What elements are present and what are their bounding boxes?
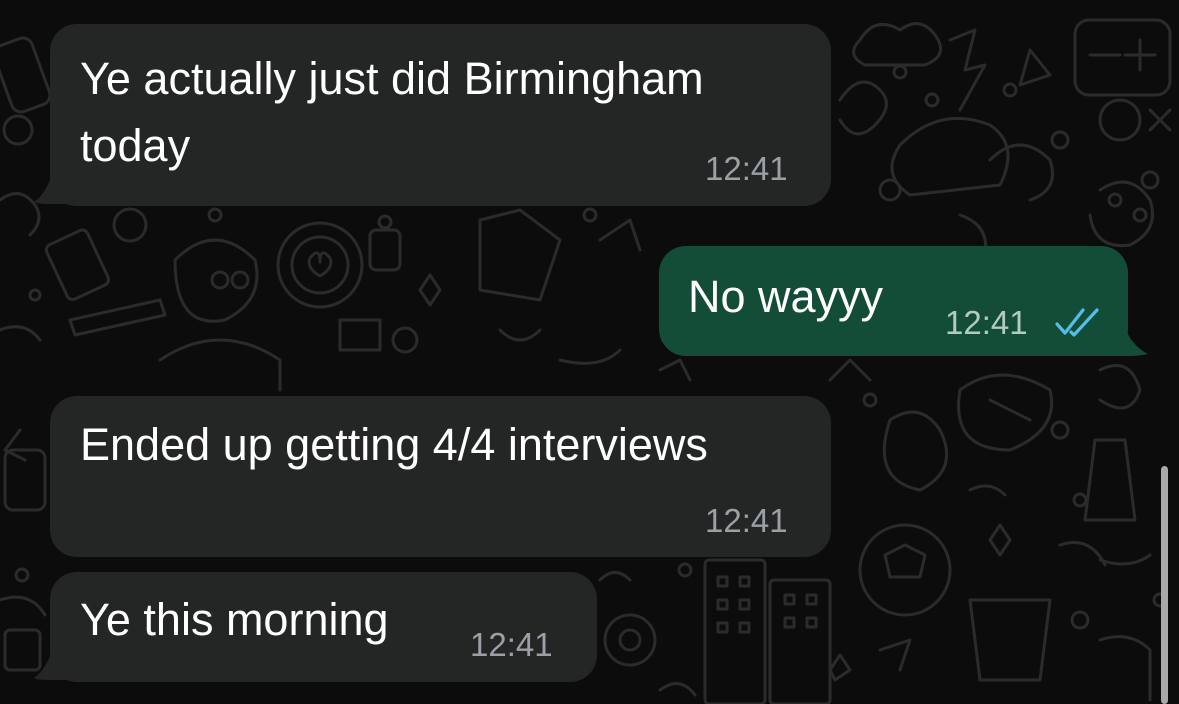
message-text: Ended up getting 4/4 interviews bbox=[80, 419, 708, 470]
message-bubble[interactable]: No wayyy 12:41 bbox=[659, 246, 1128, 356]
message-line: Ye actually just did Birmingham bbox=[80, 53, 704, 104]
message-text: Ye this morning bbox=[80, 594, 389, 645]
message-timestamp: 12:41 bbox=[705, 502, 788, 539]
message-timestamp: 12:41 bbox=[945, 304, 1028, 341]
message-bubble[interactable]: Ye this morning 12:41 bbox=[50, 572, 597, 682]
message-line: today bbox=[80, 120, 191, 171]
message-bubble[interactable]: Ye actually just did Birmingham today 12… bbox=[50, 24, 831, 206]
chat-area[interactable]: Ye actually just did Birmingham today 12… bbox=[0, 0, 1179, 704]
message-bubble[interactable]: Ended up getting 4/4 interviews 12:41 bbox=[50, 396, 831, 557]
scrollbar[interactable] bbox=[1161, 466, 1168, 704]
message-timestamp: 12:41 bbox=[705, 150, 788, 187]
message-timestamp: 12:41 bbox=[470, 626, 553, 663]
message-text: No wayyy bbox=[688, 271, 884, 322]
message-text: Ye actually just did Birmingham today bbox=[80, 45, 704, 179]
double-check-icon bbox=[1055, 308, 1099, 337]
